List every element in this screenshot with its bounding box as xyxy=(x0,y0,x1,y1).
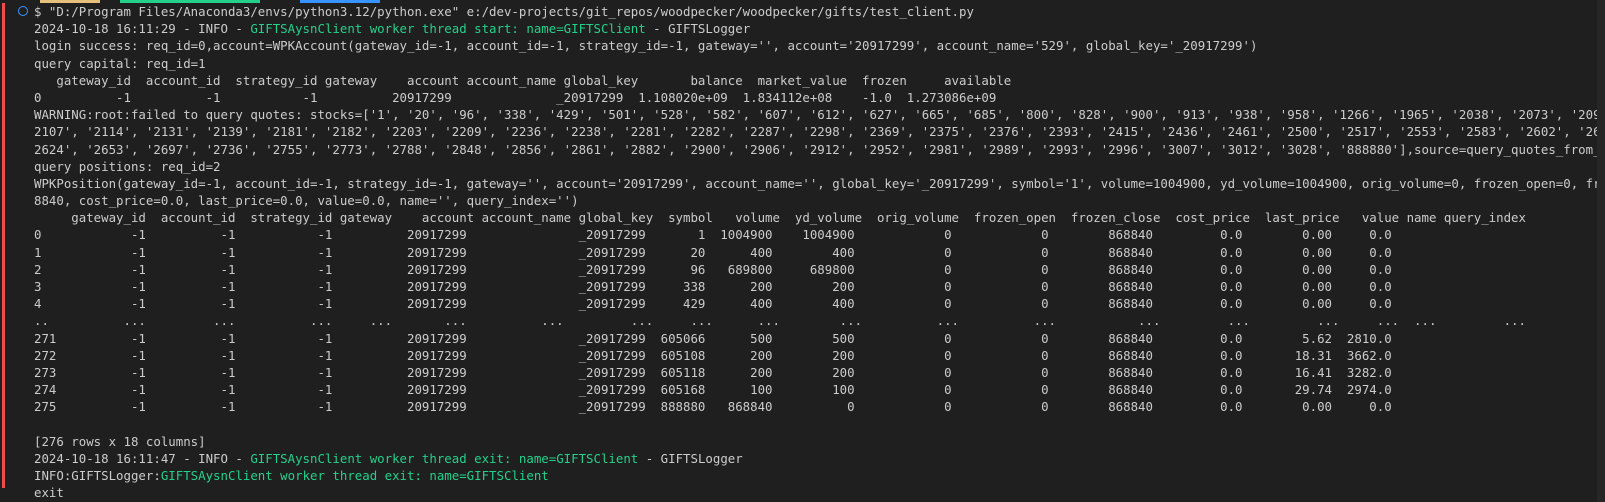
positions-query-line: query positions: req_id=2 xyxy=(34,158,221,174)
warning-line: 2107', '2114', '2131', '2139', '2181', '… xyxy=(34,124,1597,140)
table-row: 0 -1 -1 -1 20917299 _20917299 1 1004900 … xyxy=(34,227,1392,243)
gutter-error-bar xyxy=(2,3,5,103)
log-suffix: - GIFTSLogger xyxy=(645,21,751,37)
log-message: GIFTSAysnClient worker thread start: nam… xyxy=(250,21,646,37)
table-ellipsis-row: .. ... ... ... ... ... ... ... ... ... .… xyxy=(34,313,1526,329)
vertical-scrollbar[interactable] xyxy=(1597,0,1605,502)
table-row: 272 -1 -1 -1 20917299 _20917299 605108 2… xyxy=(34,347,1392,363)
command-decoration-icon[interactable] xyxy=(18,6,28,16)
table-row: 274 -1 -1 -1 20917299 _20917299 605168 1… xyxy=(34,382,1392,398)
gutter-error-bar xyxy=(2,418,5,453)
exit-line: exit xyxy=(34,485,64,501)
gutter-error-bar xyxy=(2,453,5,488)
capital-table-row: 0 -1 -1 -1 20917299 _20917299 1.108020e+… xyxy=(34,89,997,105)
info-exit-line: INFO:GIFTSLogger:GIFTSAysnClient worker … xyxy=(34,467,1597,484)
warning-line: WARNING:root:failed to query quotes: sto… xyxy=(34,107,1597,123)
table-row: 4 -1 -1 -1 20917299 _20917299 429 400 40… xyxy=(34,296,1392,312)
log-prefix: 2024-10-18 16:11:29 - INFO - xyxy=(34,21,251,37)
terminal-gutter xyxy=(0,0,6,502)
login-line: login success: req_id=0,account=WPKAccou… xyxy=(34,38,1258,54)
log-start-line: 2024-10-18 16:11:29 - INFO - GIFTSAysnCl… xyxy=(34,20,1597,37)
log-prefix: INFO:GIFTSLogger: xyxy=(34,468,161,484)
table-row: 1 -1 -1 -1 20917299 _20917299 20 400 400… xyxy=(34,244,1392,260)
gutter-error-bar xyxy=(2,173,5,208)
table-row: 3 -1 -1 -1 20917299 _20917299 338 200 20… xyxy=(34,279,1392,294)
log-message: GIFTSAysnClient worker thread exit: name… xyxy=(160,468,549,484)
log-message: GIFTSAysnClient worker thread exit: name… xyxy=(250,450,639,466)
gutter-error-bar xyxy=(2,208,5,418)
terminal-output[interactable]: $ "D:/Program Files/Anaconda3/envs/pytho… xyxy=(34,3,1597,501)
table-row: 275 -1 -1 -1 20917299 _20917299 888880 8… xyxy=(34,399,1392,415)
table-row: 2 -1 -1 -1 20917299 _20917299 96 689800 … xyxy=(34,261,1392,277)
rows-summary-line: [276 rows x 18 columns] xyxy=(34,433,206,449)
table-row: 273 -1 -1 -1 20917299 _20917299 605118 2… xyxy=(34,364,1392,380)
positions-table-header: gateway_id account_id strategy_id gatewa… xyxy=(34,210,1526,226)
gutter-error-bar xyxy=(2,103,5,173)
position-line: 8840, cost_price=0.0, last_price=0.0, va… xyxy=(34,193,579,209)
warning-line: 2624', '2653', '2697', '2736', '2755', '… xyxy=(34,141,1597,157)
capital-table-header: gateway_id account_id strategy_id gatewa… xyxy=(34,72,1012,88)
position-line: WPKPosition(gateway_id=-1, account_id=-1… xyxy=(34,175,1597,191)
log-prefix: 2024-10-18 16:11:47 - INFO - xyxy=(34,450,251,466)
terminal-panel[interactable]: $ "D:/Program Files/Anaconda3/envs/pytho… xyxy=(0,0,1605,502)
table-row: 271 -1 -1 -1 20917299 _20917299 605066 5… xyxy=(34,330,1392,346)
capital-query-line: query capital: req_id=1 xyxy=(34,55,206,71)
log-exit-line: 2024-10-18 16:11:47 - INFO - GIFTSAysnCl… xyxy=(34,450,1597,467)
log-suffix: - GIFTSLogger xyxy=(638,450,743,466)
prompt-line: $ "D:/Program Files/Anaconda3/envs/pytho… xyxy=(34,4,974,19)
